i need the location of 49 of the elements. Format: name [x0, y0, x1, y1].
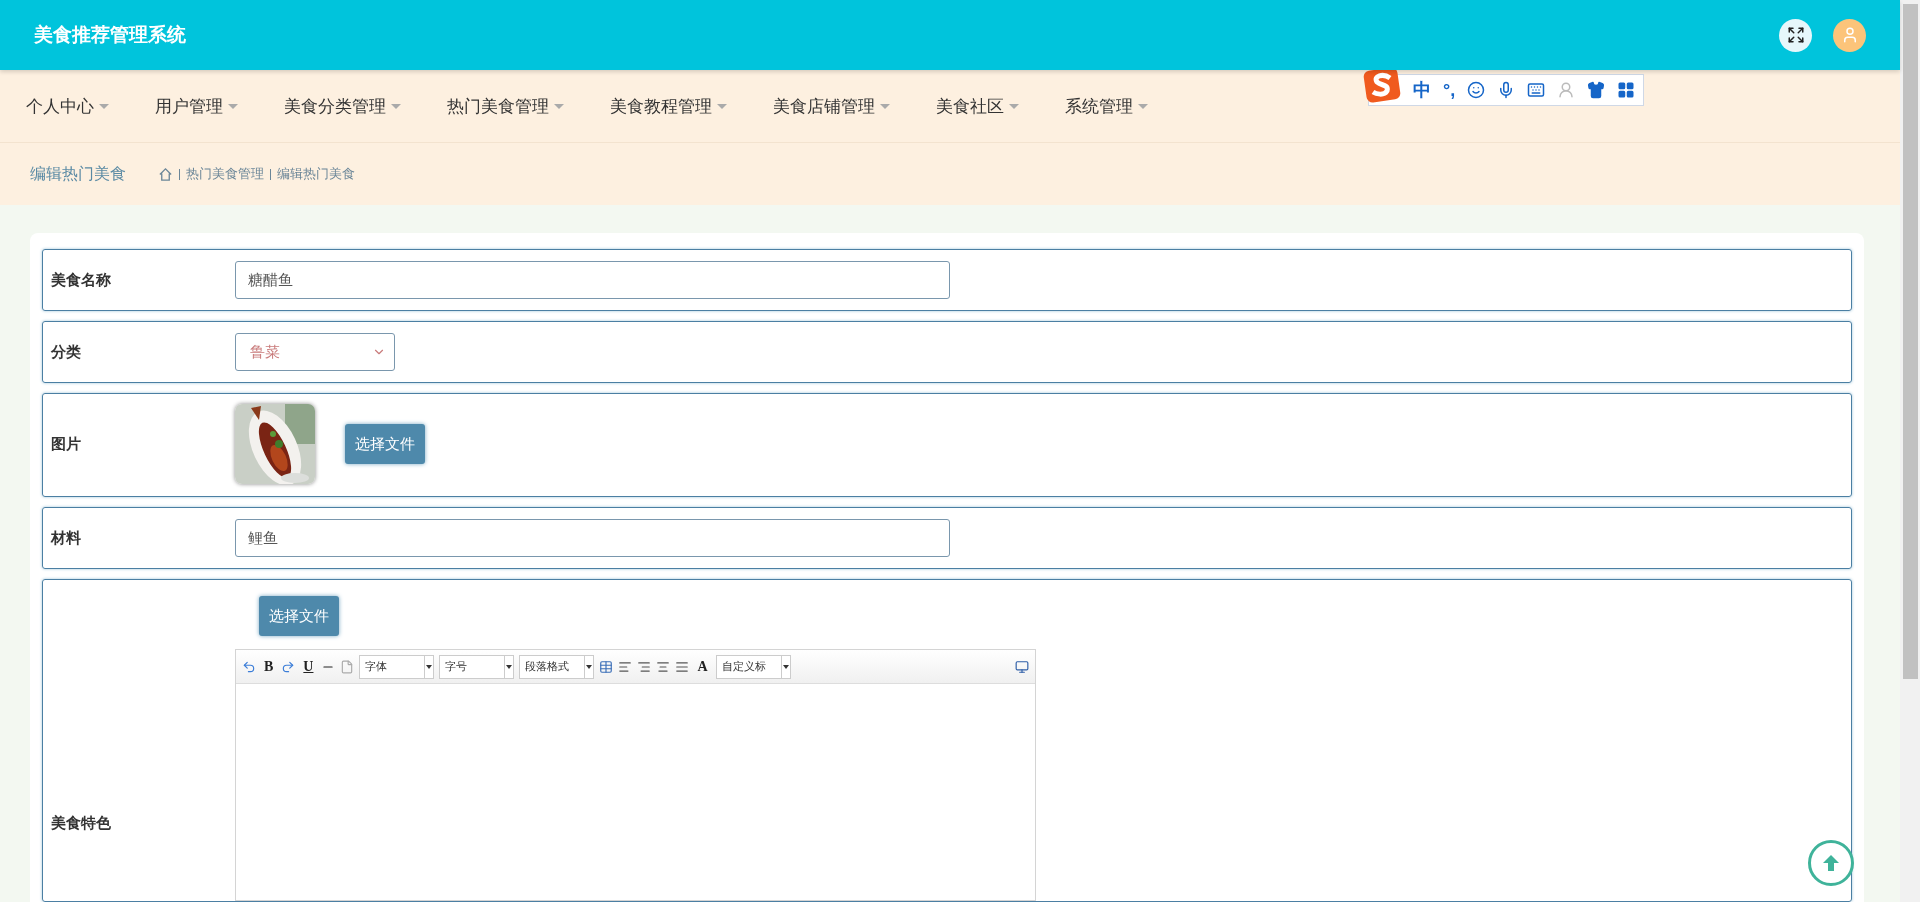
page-icon[interactable]	[340, 659, 355, 674]
menu-item[interactable]: 美食店铺管理	[773, 94, 890, 118]
scrollbar[interactable]	[1900, 0, 1920, 902]
text-field[interactable]: 糖醋鱼	[235, 261, 950, 299]
menu-item[interactable]: 美食分类管理	[284, 94, 401, 118]
menu-item[interactable]: 个人中心	[26, 94, 109, 118]
shirt-icon[interactable]	[1587, 81, 1606, 99]
field-label: 美食名称	[50, 270, 112, 290]
field-label: 美食特色	[50, 814, 112, 833]
user-avatar[interactable]	[1833, 18, 1866, 52]
redo-icon[interactable]	[281, 659, 296, 674]
field-label: 图片	[50, 434, 82, 454]
expand-icon	[1786, 26, 1805, 44]
page-title: 编辑热门美食	[30, 163, 126, 184]
arrow-up-icon	[1821, 853, 1841, 873]
underline-button[interactable]: U	[300, 658, 317, 675]
custom-title-dropdown[interactable]: 自定义标	[715, 654, 791, 679]
field-label: 材料	[49, 528, 82, 548]
app-title: 美食推荐管理系统	[34, 23, 187, 47]
menu-item[interactable]: 美食教程管理	[610, 94, 727, 118]
align-right-icon[interactable]	[637, 659, 652, 674]
keyboard-icon[interactable]	[1527, 81, 1546, 99]
ime-punctuation[interactable]: °,	[1443, 79, 1456, 101]
breadcrumb-item[interactable]: 热门美食管理	[186, 165, 264, 183]
menu-item[interactable]: 美食社区	[936, 94, 1019, 118]
grid-icon[interactable]	[1617, 81, 1636, 99]
table-icon[interactable]	[599, 659, 614, 674]
paragraph-dropdown[interactable]: 段落格式	[519, 654, 595, 679]
fullscreen-button[interactable]	[1779, 18, 1812, 52]
align-justify-icon[interactable]	[675, 659, 690, 674]
menu-item[interactable]: 用户管理	[155, 94, 238, 118]
align-left-icon[interactable]	[618, 659, 633, 674]
text-field[interactable]: 鲤鱼	[235, 519, 950, 557]
breadcrumb-item: 编辑热门美食	[277, 165, 355, 183]
menu-item[interactable]: 热门美食管理	[447, 94, 564, 118]
font-dropdown[interactable]: 字体	[359, 654, 435, 679]
home-icon[interactable]	[158, 166, 173, 182]
undo-icon[interactable]	[242, 659, 256, 674]
smile-icon[interactable]	[1467, 81, 1486, 99]
align-center-icon[interactable]	[656, 659, 671, 674]
field-label: 分类	[50, 342, 82, 362]
bold-button[interactable]: B	[261, 658, 277, 675]
menu-item[interactable]: 系统管理	[1065, 94, 1148, 118]
size-dropdown[interactable]: 字号	[439, 654, 515, 679]
ime-mode[interactable]: 中	[1413, 78, 1431, 102]
monitor-icon[interactable]	[1015, 659, 1029, 674]
choose-file-button[interactable]: 选择文件	[345, 424, 425, 464]
font-color-button[interactable]: A	[694, 658, 711, 675]
choose-file-button[interactable]: 选择文件	[259, 596, 339, 636]
